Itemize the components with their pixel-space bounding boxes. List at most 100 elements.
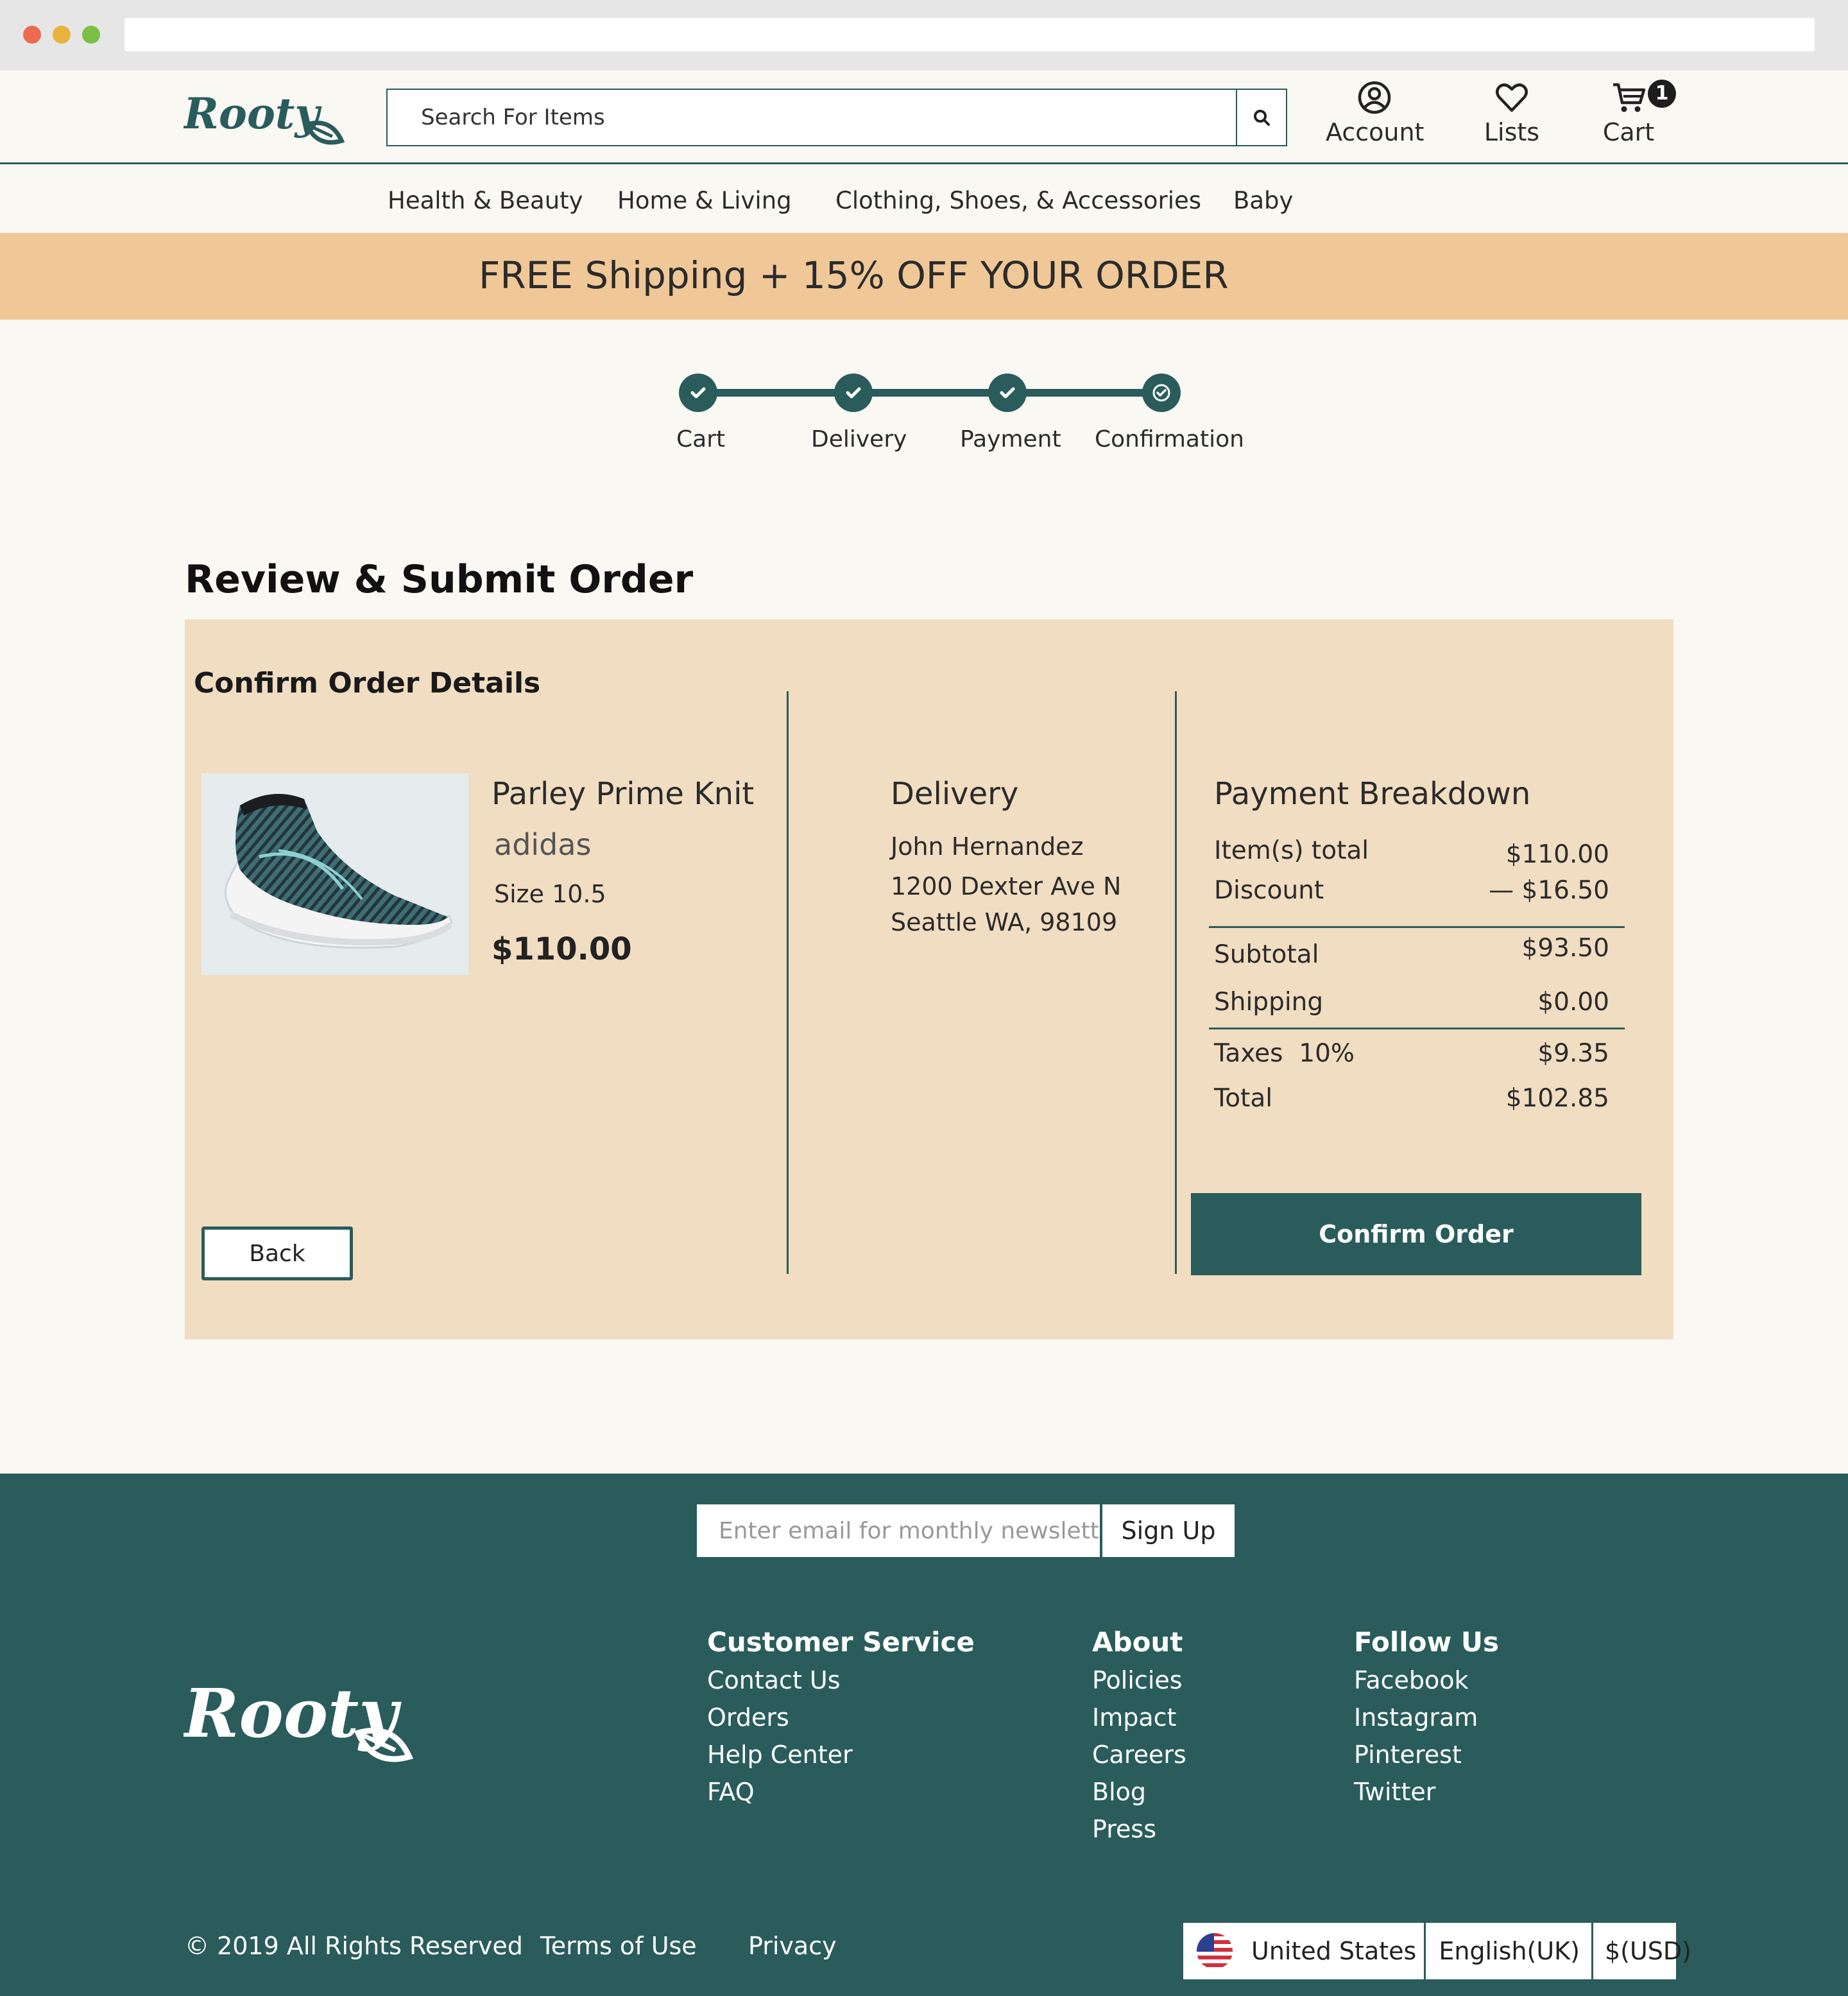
footer-heading: Customer Service	[707, 1626, 975, 1658]
newsletter-email-input[interactable]	[697, 1504, 1100, 1557]
locale-selector: United States English(UK) $(USD)	[1183, 1923, 1691, 1979]
footer-follow-us: Follow Us Facebook Instagram Pinterest T…	[1354, 1626, 1499, 1811]
currency-selector[interactable]: $(USD)	[1593, 1923, 1691, 1979]
terms-link[interactable]: Terms of Use	[540, 1932, 697, 1960]
nav-health-beauty[interactable]: Health & Beauty	[388, 187, 583, 214]
items-total-row: Item(s) total $110.00	[1214, 836, 1609, 869]
cart-icon	[1613, 83, 1646, 112]
address-bar[interactable]	[124, 18, 1815, 51]
cart-link[interactable]: Cart 1	[1600, 80, 1676, 146]
country-selector[interactable]: United States	[1183, 1923, 1426, 1979]
copyright-text: © 2019 All Rights Reserved	[185, 1932, 523, 1960]
window-close-dot[interactable]	[23, 26, 41, 44]
page-title: Review & Submit Order	[185, 557, 694, 602]
step-payment-marker	[988, 374, 1027, 412]
product-image	[201, 773, 468, 975]
search-button[interactable]	[1236, 90, 1286, 145]
taxes-row: Taxes 10% $9.35	[1214, 1039, 1609, 1071]
discount-value: — $16.50	[1489, 876, 1609, 905]
check-circle-icon	[1152, 384, 1170, 402]
footer-link-pinterest[interactable]: Pinterest	[1354, 1736, 1499, 1773]
column-divider	[787, 691, 789, 1274]
search-bar	[386, 89, 1287, 146]
browser-chrome	[0, 0, 1848, 71]
step-cart-marker	[679, 374, 717, 412]
us-flag-icon	[1197, 1933, 1233, 1969]
step-cart-label: Cart	[676, 426, 726, 452]
footer-link-press[interactable]: Press	[1092, 1811, 1186, 1848]
subtotal-row: Subtotal $93.50	[1214, 934, 1609, 969]
shoe-image	[225, 794, 453, 949]
step-delivery-label: Delivery	[811, 426, 907, 452]
step-payment-label: Payment	[960, 426, 1061, 452]
footer-link-faq[interactable]: FAQ	[707, 1773, 975, 1811]
step-delivery-marker	[834, 374, 873, 412]
cart-label: Cart	[1602, 118, 1655, 146]
section-title: Confirm Order Details	[194, 667, 541, 700]
lists-label: Lists	[1484, 118, 1540, 146]
product-size: Size 10.5	[494, 880, 606, 908]
column-divider	[1175, 691, 1177, 1274]
taxes-label: Taxes 10%	[1214, 1039, 1355, 1068]
discount-label: Discount	[1214, 876, 1324, 905]
search-input[interactable]	[388, 90, 1237, 145]
privacy-link[interactable]: Privacy	[748, 1932, 837, 1960]
currency-label: $(USD)	[1604, 1937, 1691, 1965]
product-price: $110.00	[492, 931, 632, 967]
check-icon	[1000, 387, 1015, 399]
account-link[interactable]: Account	[1326, 80, 1425, 146]
newsletter-signup-button[interactable]: Sign Up	[1102, 1504, 1235, 1557]
total-row: Total $102.85	[1214, 1084, 1609, 1116]
window-minimize-dot[interactable]	[53, 26, 71, 44]
site-header: Rooty Account Lists	[0, 71, 1848, 164]
footer-link-careers[interactable]: Careers	[1092, 1736, 1186, 1773]
footer-link-policies[interactable]: Policies	[1092, 1662, 1186, 1699]
heart-icon	[1496, 83, 1528, 112]
check-icon	[690, 387, 706, 399]
footer-heading: About	[1092, 1626, 1183, 1658]
step-confirmation-label: Confirmation	[1095, 426, 1244, 452]
delivery-address-line2: Seattle WA, 98109	[891, 908, 1118, 936]
delivery-address-line1: 1200 Dexter Ave N	[891, 872, 1122, 900]
account-label: Account	[1326, 118, 1425, 146]
nav-home-living[interactable]: Home & Living	[617, 187, 792, 214]
footer-link-impact[interactable]: Impact	[1092, 1699, 1186, 1736]
account-icon	[1358, 81, 1391, 114]
product-brand: adidas	[494, 827, 592, 862]
lists-link[interactable]: Lists	[1478, 80, 1545, 146]
footer-link-instagram[interactable]: Instagram	[1354, 1699, 1499, 1736]
order-review-panel: Confirm Order Details Parley Prime Knit …	[185, 619, 1673, 1339]
subtotal-label: Subtotal	[1214, 940, 1319, 969]
discount-row: Discount — $16.50	[1214, 876, 1609, 908]
footer-link-blog[interactable]: Blog	[1092, 1773, 1186, 1811]
nav-baby[interactable]: Baby	[1233, 187, 1293, 214]
promo-banner: FREE Shipping + 15% OFF YOUR ORDER	[0, 233, 1848, 320]
footer-link-orders[interactable]: Orders	[707, 1699, 975, 1736]
breakdown-divider	[1209, 926, 1625, 928]
delivery-name: John Hernandez	[891, 832, 1084, 861]
rooty-footer-logo[interactable]: Rooty	[184, 1666, 427, 1782]
window-maximize-dot[interactable]	[82, 26, 100, 44]
footer-link-facebook[interactable]: Facebook	[1354, 1662, 1499, 1699]
items-total-label: Item(s) total	[1214, 836, 1369, 865]
step-confirmation-marker	[1142, 374, 1181, 412]
rooty-logo[interactable]: Rooty	[184, 83, 350, 154]
total-value: $102.85	[1505, 1084, 1609, 1113]
country-label: United States	[1251, 1937, 1417, 1965]
nav-clothing-shoes-accessories[interactable]: Clothing, Shoes, & Accessories	[835, 187, 1201, 214]
search-icon	[1254, 110, 1270, 126]
footer-link-help-center[interactable]: Help Center	[707, 1736, 975, 1773]
footer-link-twitter[interactable]: Twitter	[1354, 1773, 1499, 1811]
confirm-order-button[interactable]: Confirm Order	[1191, 1193, 1641, 1275]
svg-text:Rooty: Rooty	[184, 89, 322, 139]
shipping-label: Shipping	[1214, 988, 1324, 1017]
footer-heading: Follow Us	[1354, 1626, 1500, 1658]
back-button[interactable]: Back	[201, 1226, 353, 1280]
progress-line	[698, 389, 1160, 397]
language-selector[interactable]: English(UK)	[1426, 1923, 1593, 1979]
footer-link-contact-us[interactable]: Contact Us	[707, 1662, 975, 1699]
taxes-value: $9.35	[1537, 1039, 1609, 1068]
shipping-row: Shipping $0.00	[1214, 988, 1609, 1020]
product-name: Parley Prime Knit	[492, 776, 755, 812]
promo-text: FREE Shipping + 15% OFF YOUR ORDER	[479, 254, 1229, 297]
